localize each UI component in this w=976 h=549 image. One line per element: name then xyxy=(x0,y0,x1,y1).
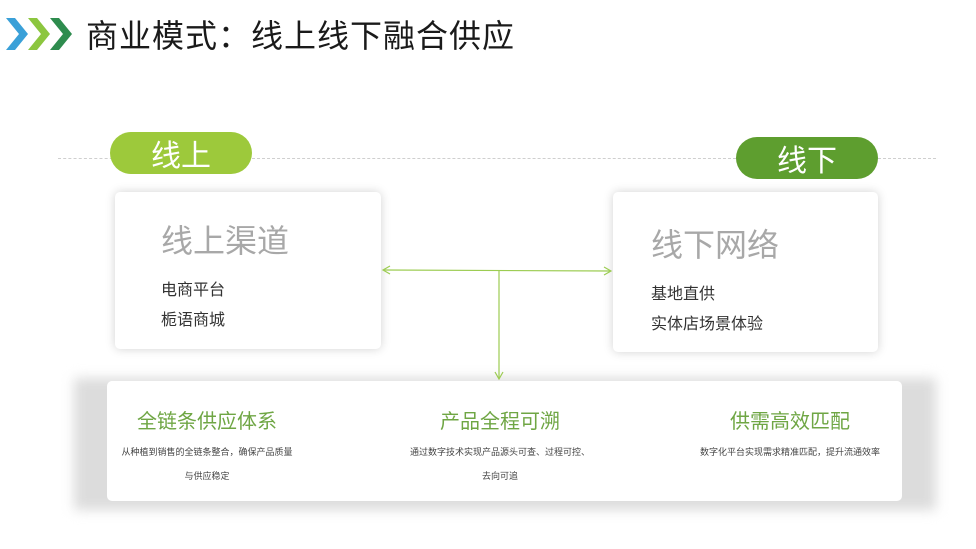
connector-horizontal-line xyxy=(383,269,611,272)
offline-item-base-direct: 基地直供 xyxy=(651,284,716,303)
feature-title: 全链条供应体系 xyxy=(137,409,277,433)
feature-desc: 从种植到销售的全链条整合，确保产品质量 与供应稳定 xyxy=(107,441,307,489)
feature-desc-line: 与供应稳定 xyxy=(184,472,230,482)
online-card-title: 线上渠道 xyxy=(161,222,290,260)
feature-desc: 数字化平台实现需求精准匹配，提升流通效率 xyxy=(689,441,891,465)
offline-item-store-experience: 实体店场景体验 xyxy=(651,314,764,333)
feature-desc-line: 去向可追 xyxy=(481,472,518,482)
online-item-ecommerce: 电商平台 xyxy=(161,280,226,299)
triple-chevron-right-icon xyxy=(6,18,72,50)
dashed-divider-middle xyxy=(252,158,736,159)
offline-card-title: 线下网络 xyxy=(651,226,780,264)
offline-badge: 线下 xyxy=(736,137,878,179)
online-channel-card: 线上渠道 电商平台 栀语商城 xyxy=(115,192,381,349)
feature-desc-line: 数字化平台实现需求精准匹配，提升流通效率 xyxy=(699,448,880,458)
feature-panel: 全链条供应体系 从种植到销售的全链条整合，确保产品质量 与供应稳定 产品全程可溯… xyxy=(107,381,902,501)
feature-desc-line: 通过数字技术实现产品源头可查、过程可控、 xyxy=(409,448,590,458)
online-item-mall: 栀语商城 xyxy=(161,310,226,329)
feature-title: 产品全程可溯 xyxy=(440,409,560,433)
online-badge: 线上 xyxy=(110,132,252,174)
dashed-divider-right xyxy=(878,158,936,159)
dashed-divider-left xyxy=(58,158,118,159)
header: 商业模式：线上线下融合供应 xyxy=(6,12,515,56)
feature-traceable: 产品全程可溯 通过数字技术实现产品源头可查、过程可控、 去向可追 xyxy=(392,381,608,501)
feature-title: 供需高效匹配 xyxy=(730,409,850,433)
offline-network-card: 线下网络 基地直供 实体店场景体验 xyxy=(613,192,878,352)
feature-desc-line: 从种植到销售的全链条整合，确保产品质量 xyxy=(121,448,293,458)
arrow-left-icon xyxy=(381,265,391,275)
feature-desc: 通过数字技术实现产品源头可查、过程可控、 去向可追 xyxy=(392,441,608,489)
page-title: 商业模式：线上线下融合供应 xyxy=(86,17,516,55)
feature-full-chain: 全链条供应体系 从种植到销售的全链条整合，确保产品质量 与供应稳定 xyxy=(107,381,307,501)
arrow-right-icon xyxy=(603,266,613,276)
feature-matching: 供需高效匹配 数字化平台实现需求精准匹配，提升流通效率 xyxy=(689,381,891,501)
